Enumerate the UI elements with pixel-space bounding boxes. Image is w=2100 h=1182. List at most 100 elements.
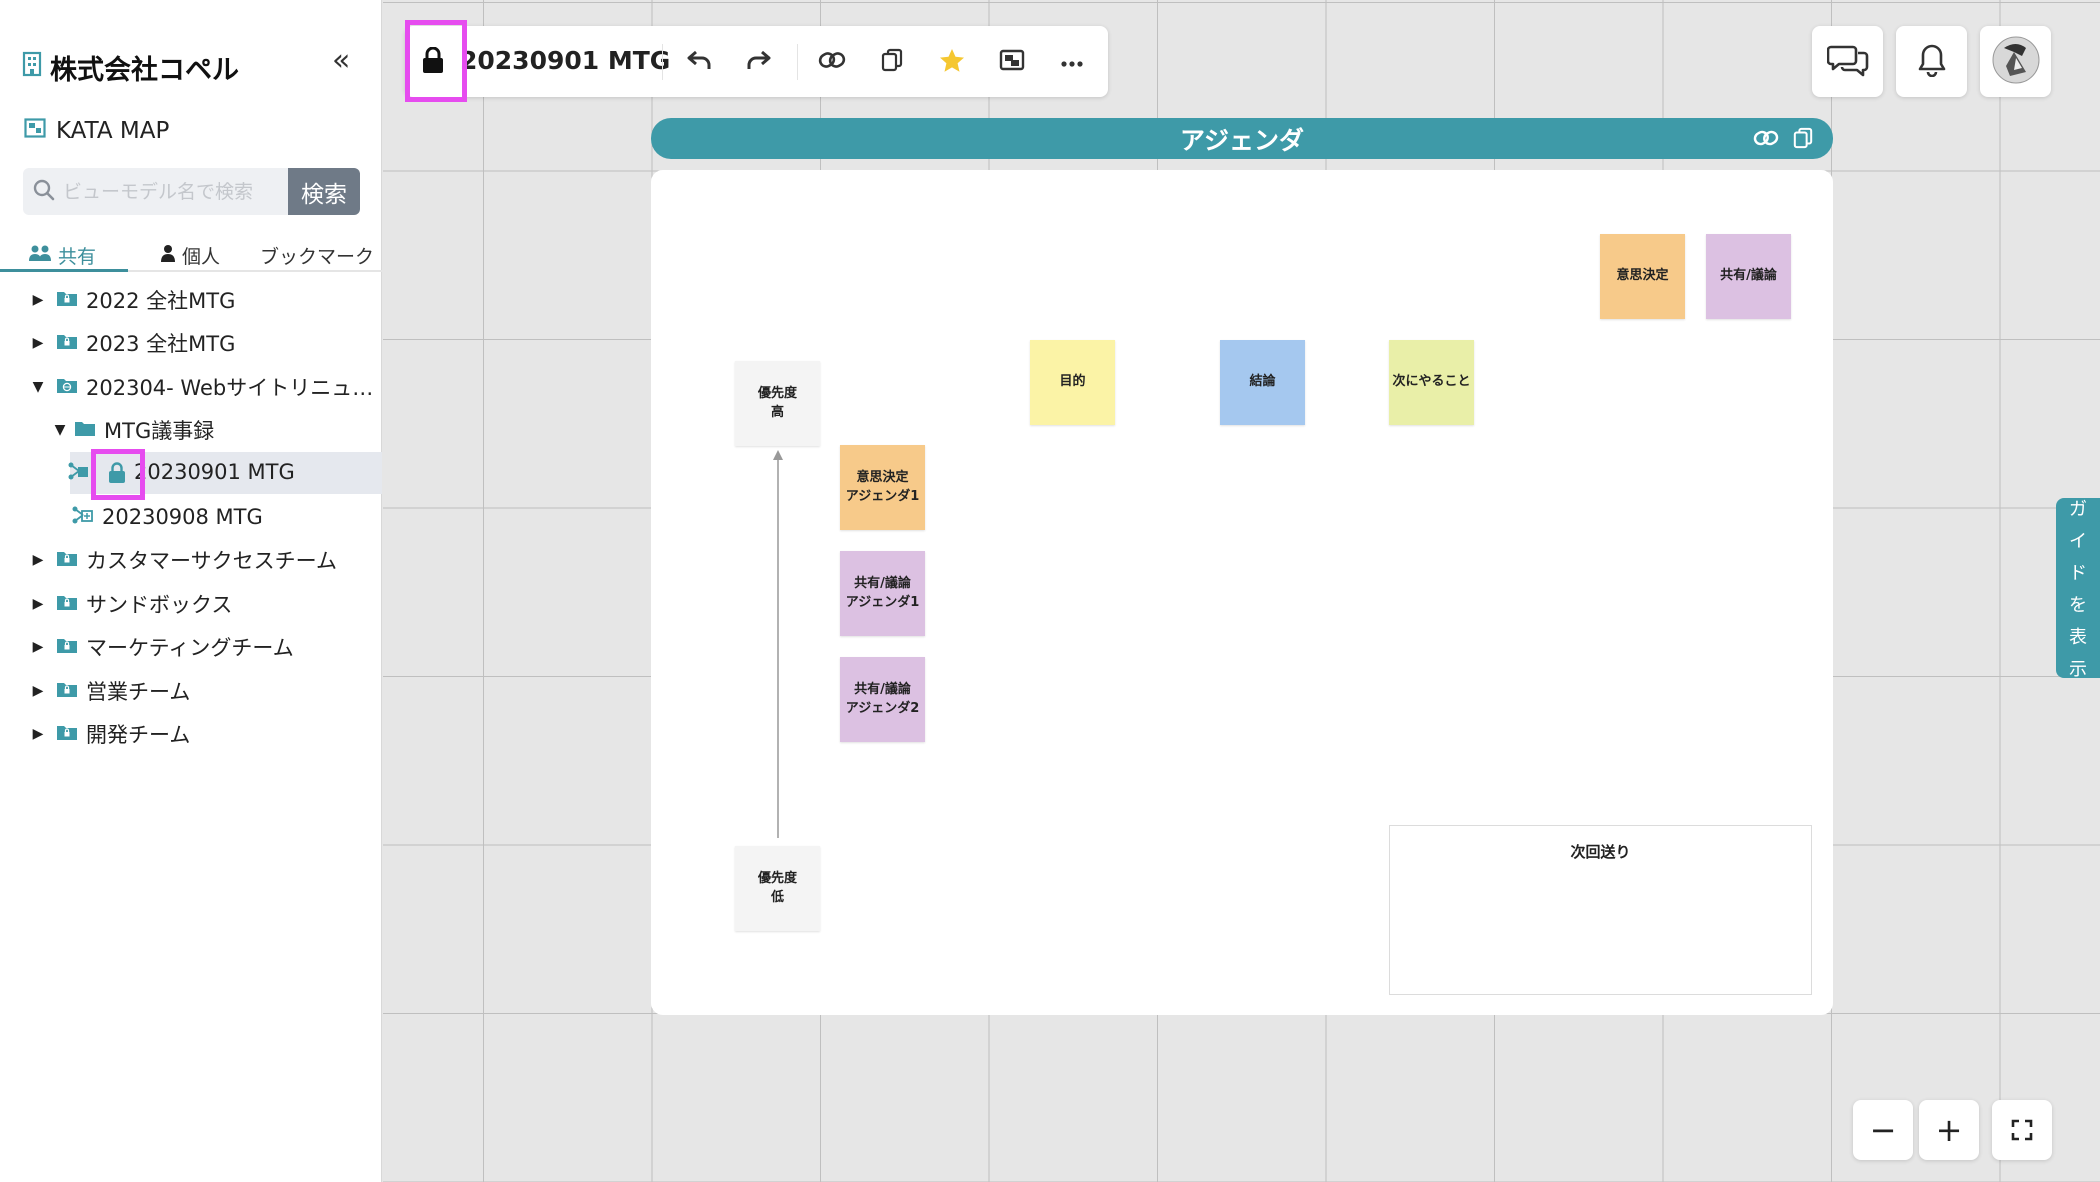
user-menu-button[interactable] (1980, 26, 2051, 97)
tree-label: 2023 全社MTG (86, 332, 236, 356)
priority-arrow (773, 450, 783, 838)
tree-item-2022[interactable]: ▶ 2022 全社MTG (0, 279, 382, 321)
tree-item-20230908[interactable]: 20230908 MTG (0, 496, 382, 538)
image-button[interactable] (994, 44, 1030, 80)
view-model-icon (68, 461, 90, 485)
tree-label: 営業チーム (86, 680, 191, 704)
tree-label: 20230901 MTG (134, 460, 295, 484)
sticky-share-discuss[interactable]: 共有/議論 (1706, 234, 1791, 319)
tree-item-sales[interactable]: ▶ 営業チーム (0, 670, 382, 712)
redo-icon (746, 49, 772, 75)
active-tab-indicator (0, 269, 128, 272)
tree-item-2023[interactable]: ▶ 2023 全社MTG (0, 322, 382, 364)
frame-title: アジェンダ (1179, 125, 1304, 155)
sticky-agenda-decision-1[interactable]: 意思決定 アジェンダ1 (840, 445, 925, 530)
sidebar: 株式会社コペル « KATA MAP 検索 共有 個人 ブックマーク (0, 0, 382, 1182)
tree-item-marketing[interactable]: ▶ マーケティングチーム (0, 626, 382, 668)
highlight-box (91, 449, 145, 500)
show-guide-tab[interactable]: ガ イ ド を 表 示 (2056, 498, 2100, 680)
redo-button[interactable] (741, 44, 777, 80)
collapse-sidebar-icon[interactable]: « (332, 46, 350, 76)
frame-header[interactable]: アジェンダ (651, 118, 1833, 159)
avatar (1992, 36, 2040, 88)
search-input[interactable] (63, 180, 273, 203)
people-icon (28, 244, 52, 267)
caret-right-icon[interactable]: ▶ (28, 683, 48, 699)
tab-label: ブックマーク (260, 246, 375, 268)
copy-icon[interactable] (1793, 126, 1813, 155)
tab-shared[interactable]: 共有 (28, 242, 96, 269)
caret-right-icon[interactable]: ▶ (28, 335, 48, 351)
zoom-in-button[interactable]: + (1919, 1100, 1979, 1160)
undo-button[interactable] (681, 44, 717, 80)
sticky-decision[interactable]: 意思決定 (1600, 234, 1685, 319)
caret-right-icon[interactable]: ▶ (28, 292, 48, 308)
fit-screen-button[interactable] (1992, 1100, 2052, 1160)
guide-char: 示 (2069, 659, 2087, 680)
copy-icon (881, 48, 903, 76)
caret-right-icon[interactable]: ▶ (28, 639, 48, 655)
folder-lock-icon (56, 288, 78, 312)
caret-right-icon[interactable]: ▶ (28, 726, 48, 742)
caret-down-icon[interactable]: ▼ (50, 422, 70, 438)
folder-lock-icon (56, 679, 78, 703)
search-box (23, 168, 288, 215)
highlight-box (405, 20, 467, 102)
folder-globe-icon (56, 375, 78, 399)
zoom-out-button[interactable]: − (1853, 1100, 1913, 1160)
copy-button[interactable] (874, 44, 910, 80)
sticky-priority-high[interactable]: 優先度 高 (735, 361, 820, 446)
image-icon (999, 49, 1025, 75)
divider (662, 44, 663, 80)
company-header[interactable]: 株式会社コペル (22, 48, 239, 87)
link-button[interactable] (814, 44, 850, 80)
folder-lock-icon (56, 592, 78, 616)
folder-lock-icon (56, 331, 78, 355)
notifications-button[interactable] (1896, 26, 1967, 97)
folder-lock-icon (56, 722, 78, 746)
comments-button[interactable] (1812, 26, 1883, 97)
folder-icon (74, 418, 96, 442)
sticky-priority-low[interactable]: 優先度 低 (735, 846, 820, 931)
sidebar-tabs: 共有 個人 ブックマーク (0, 240, 382, 272)
tab-bookmark[interactable]: ブックマーク (260, 242, 374, 269)
app-title[interactable]: KATA MAP (24, 118, 169, 144)
tree-item-web-renewal[interactable]: ▼ 202304- Webサイトリニュ… (0, 366, 382, 408)
caret-right-icon[interactable]: ▶ (28, 596, 48, 612)
tree-label: サンドボックス (86, 593, 233, 617)
tree-item-dev[interactable]: ▶ 開発チーム (0, 713, 382, 755)
more-icon (1060, 53, 1084, 72)
sticky-conclusion[interactable]: 結論 (1220, 340, 1305, 425)
next-box-title: 次回送り (1570, 843, 1631, 861)
sticky-purpose[interactable]: 目的 (1030, 340, 1115, 425)
tree-item-sandbox[interactable]: ▶ サンドボックス (0, 583, 382, 625)
board-title[interactable]: 20230901 MTG (460, 46, 670, 75)
tree-label: マーケティングチーム (86, 636, 294, 660)
building-icon (22, 51, 42, 84)
guide-char: イ (2069, 531, 2087, 552)
sticky-next-todo[interactable]: 次にやること (1389, 340, 1474, 425)
tree-label: カスタマーサクセスチーム (86, 549, 337, 573)
bell-icon (1917, 43, 1947, 81)
tab-personal[interactable]: 個人 (160, 242, 220, 269)
guide-char: 表 (2069, 627, 2087, 648)
guide-char: を (2069, 595, 2087, 616)
map-icon (24, 118, 46, 144)
tree-label: 開発チーム (86, 723, 191, 747)
sticky-agenda-share-2[interactable]: 共有/議論 アジェンダ2 (840, 657, 925, 742)
sticky-agenda-share-1[interactable]: 共有/議論 アジェンダ1 (840, 551, 925, 636)
undo-icon (686, 49, 712, 75)
more-button[interactable] (1054, 44, 1090, 80)
caret-down-icon[interactable]: ▼ (28, 379, 48, 395)
link-icon[interactable] (1753, 126, 1779, 155)
search-button[interactable]: 検索 (288, 168, 360, 215)
fullscreen-icon (2011, 1111, 2033, 1149)
divider (797, 44, 798, 80)
tree-item-mtg-minutes[interactable]: ▼ MTG議事録 (0, 409, 382, 451)
next-meeting-box[interactable]: 次回送り (1389, 825, 1812, 995)
chat-icon (1826, 43, 1869, 81)
caret-right-icon[interactable]: ▶ (28, 552, 48, 568)
folder-lock-icon (56, 548, 78, 572)
tree-item-customer-success[interactable]: ▶ カスタマーサクセスチーム (0, 539, 382, 581)
bookmark-button[interactable] (934, 44, 970, 80)
